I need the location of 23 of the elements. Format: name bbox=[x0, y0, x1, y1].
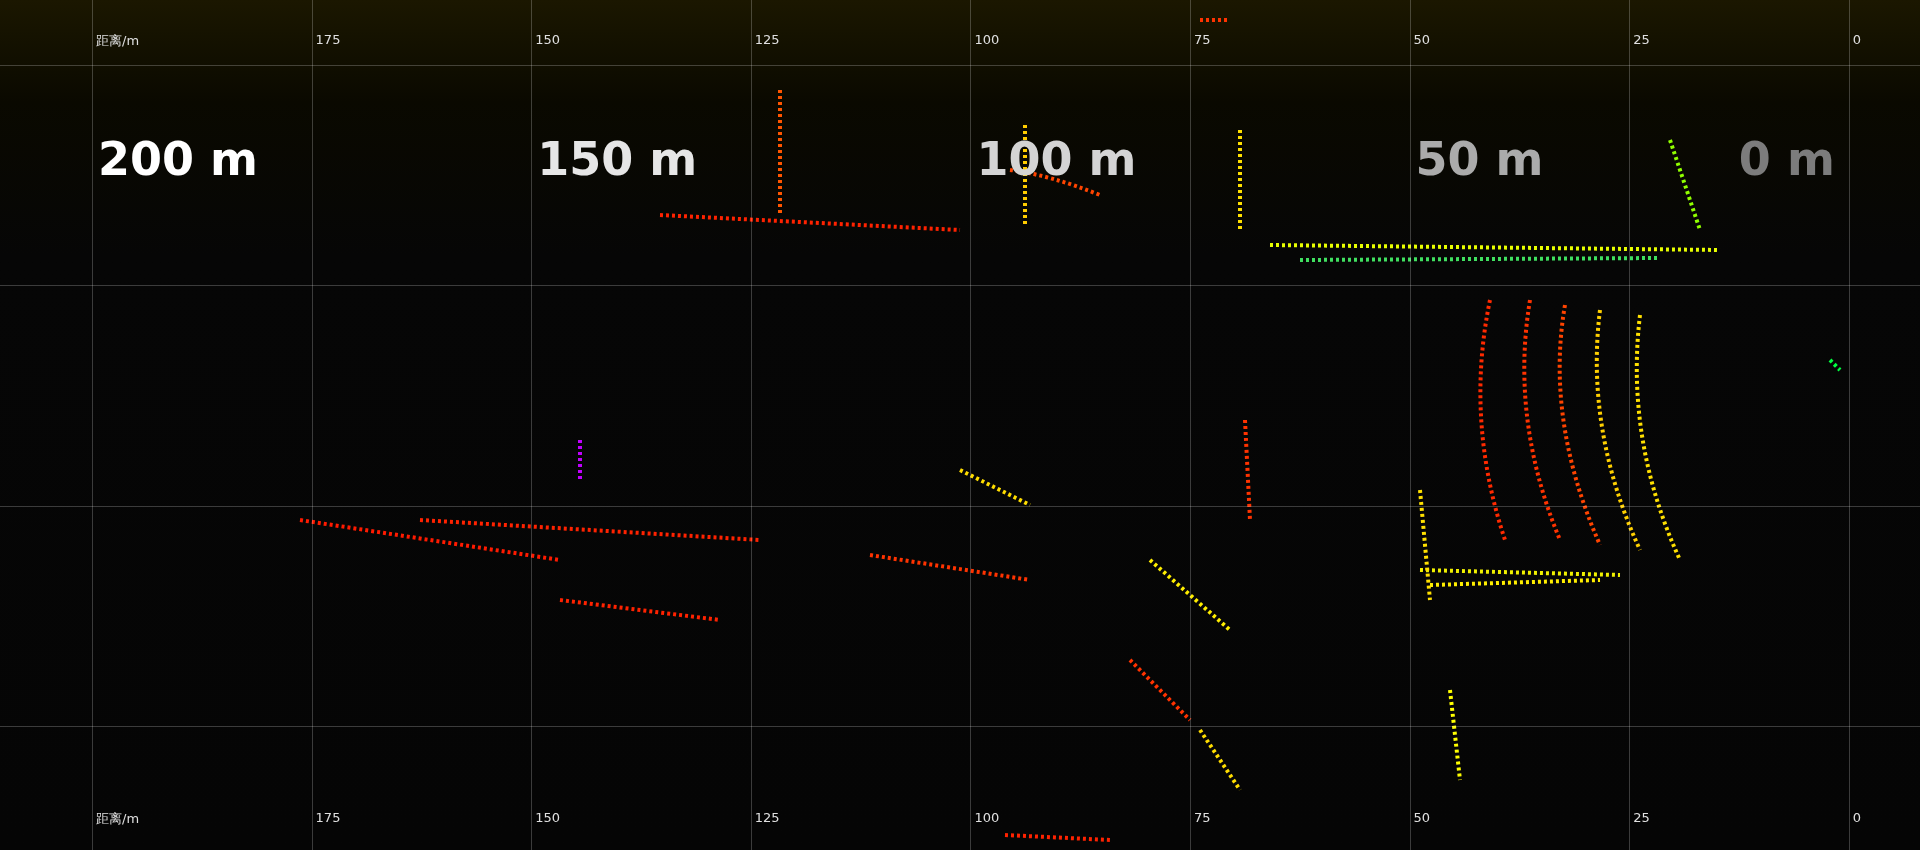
axis-tick-label: 50 bbox=[1413, 32, 1431, 49]
axis-tick-label: 0 bbox=[1852, 810, 1862, 827]
distance-label: 200 m bbox=[98, 134, 258, 185]
axis-unit-label: 距离/m bbox=[96, 810, 140, 828]
distance-label: 150 m bbox=[537, 134, 698, 185]
axis-tick-label: 75 bbox=[1193, 810, 1211, 827]
axis-tick-label: 50 bbox=[1413, 810, 1431, 827]
distance-label: 0 m bbox=[1738, 134, 1835, 185]
axis-tick-label: 75 bbox=[1193, 32, 1211, 49]
axis-tick-label: 175 bbox=[315, 810, 341, 827]
axis-tick-label: 100 bbox=[974, 32, 1000, 49]
axis-tick-label: 125 bbox=[754, 32, 780, 49]
axis-tick-label: 0 bbox=[1852, 32, 1862, 49]
axis-tick-label: 100 bbox=[974, 810, 1000, 827]
axis-tick-label: 150 bbox=[535, 810, 560, 827]
axis-unit-label: 距离/m bbox=[96, 32, 140, 50]
distance-label: 100 m bbox=[976, 134, 1137, 185]
axis-tick-label: 25 bbox=[1633, 810, 1650, 827]
axis-tick-label: 125 bbox=[754, 810, 780, 827]
axis-tick-label: 25 bbox=[1633, 32, 1650, 49]
distance-label: 50 m bbox=[1415, 134, 1544, 185]
axis-tick-label: 175 bbox=[315, 32, 341, 49]
axis-tick-label: 150 bbox=[535, 32, 560, 49]
